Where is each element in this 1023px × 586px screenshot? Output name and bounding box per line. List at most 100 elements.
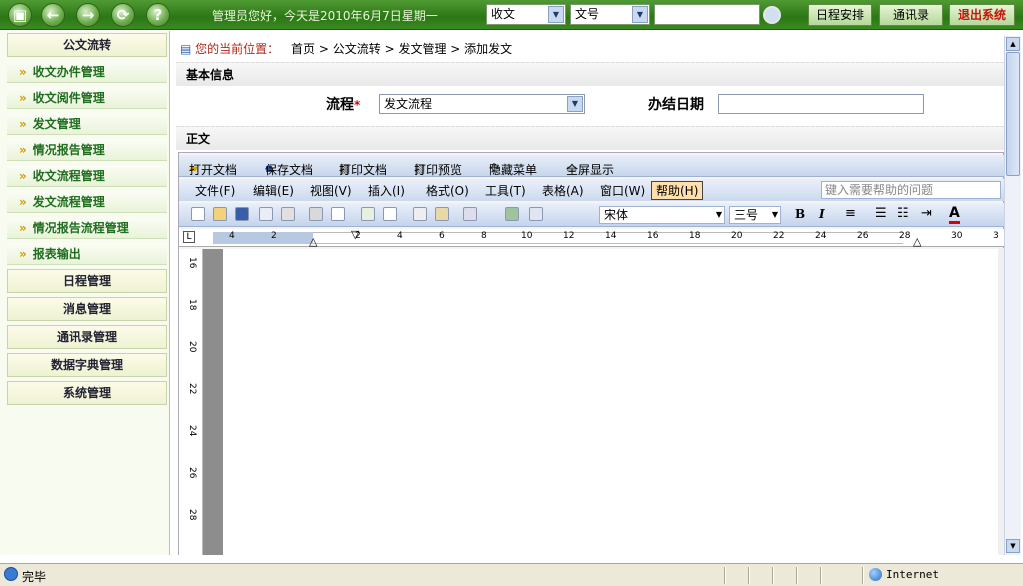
- breadcrumb-doc-flow[interactable]: 公文流转: [333, 42, 381, 56]
- ruler-tick: 20: [731, 231, 743, 241]
- tab-stop-icon[interactable]: L: [183, 231, 195, 243]
- refresh-icon[interactable]: ⟳: [111, 3, 135, 27]
- undo-icon[interactable]: [463, 207, 477, 221]
- menu-tools[interactable]: 工具(T): [485, 182, 526, 199]
- sidebar-item-report-flow[interactable]: » 情况报告流程管理: [7, 217, 167, 239]
- italic-button[interactable]: I: [819, 207, 825, 221]
- font-size-select[interactable]: 三号 ▼: [729, 206, 781, 224]
- breadcrumb-prefix: 您的当前位置：: [195, 42, 280, 56]
- location-icon: ▤: [180, 42, 192, 56]
- menu-help[interactable]: 帮助(H): [651, 181, 704, 200]
- ruler-tick: 22: [773, 231, 785, 241]
- word-editor[interactable]: ▰ 打开文档 ▪ 保存文档 ▩ 打印文档 ▧ 打印预览 ✣ 隐藏菜单 ▭ 全屏显示 文件(F…: [178, 152, 1005, 555]
- help-question-input[interactable]: 键入需要帮助的问题: [821, 181, 1001, 199]
- globe-icon: [869, 568, 882, 581]
- ruler-tick: 24: [815, 231, 827, 241]
- sidebar-item-report[interactable]: » 情况报告管理: [7, 139, 167, 161]
- status-divider: [862, 567, 864, 584]
- home-icon[interactable]: ▣: [8, 3, 32, 27]
- menu-insert[interactable]: 插入(I): [368, 182, 405, 199]
- sidebar-group-system[interactable]: 系统管理: [7, 381, 167, 405]
- menu-file[interactable]: 文件(F): [195, 182, 235, 199]
- v-ruler-tick: 16: [187, 257, 197, 269]
- word-format-toolbar: 宋体 ▼ 三号 ▼ B I ≡ ☰ ☷ ⇥ A: [179, 203, 1005, 227]
- scroll-down-icon[interactable]: ▼: [1006, 539, 1020, 553]
- sidebar-item-label: 情况报告流程管理: [32, 221, 129, 235]
- status-divider: [796, 567, 798, 584]
- flow-select[interactable]: 发文流程 ▼: [379, 94, 585, 114]
- sidebar-section-title[interactable]: 公文流转: [7, 33, 167, 57]
- ruler-tick: 28: [899, 231, 911, 241]
- scroll-thumb[interactable]: [1006, 52, 1020, 176]
- first-line-indent-marker-icon[interactable]: ▽: [351, 228, 359, 241]
- menu-window[interactable]: 窗口(W): [600, 182, 645, 199]
- search-icon[interactable]: [763, 6, 781, 24]
- page-scrollbar[interactable]: ▲ ▼: [1004, 36, 1021, 555]
- save-icon[interactable]: [235, 207, 249, 221]
- sidebar-group-messages[interactable]: 消息管理: [7, 297, 167, 321]
- status-divider: [772, 567, 774, 584]
- right-indent-marker-icon[interactable]: △: [913, 235, 921, 248]
- print-preview-icon[interactable]: [331, 207, 345, 221]
- doc-type-select[interactable]: 收文 ▼: [486, 4, 566, 25]
- double-chevron-icon: »: [19, 117, 27, 131]
- sidebar-item-outgoing-flow[interactable]: » 发文流程管理: [7, 191, 167, 213]
- sidebar-item-label: 情况报告管理: [32, 143, 105, 157]
- document-page[interactable]: [223, 249, 999, 555]
- sidebar-item-label: 收文阅件管理: [32, 91, 105, 105]
- sidebar-item-incoming-reading[interactable]: » 收文阅件管理: [7, 87, 167, 109]
- menu-view[interactable]: 视图(V): [310, 182, 352, 199]
- permission-icon[interactable]: [259, 207, 273, 221]
- hyperlink-icon[interactable]: [505, 207, 519, 221]
- paste-icon[interactable]: [435, 207, 449, 221]
- v-ruler-tick: 22: [187, 383, 197, 395]
- breadcrumb: ▤ 您的当前位置： 首页 > 公文流转 > 发文管理 > 添加发文: [180, 42, 513, 56]
- chevron-down-icon: ▼: [632, 6, 648, 23]
- indent-icon[interactable]: ⇥: [921, 206, 932, 221]
- v-ruler-tick: 18: [187, 299, 197, 311]
- sidebar-item-outgoing[interactable]: » 发文管理: [7, 113, 167, 135]
- new-doc-icon[interactable]: [191, 207, 205, 221]
- sidebar-group-contacts[interactable]: 通讯录管理: [7, 325, 167, 349]
- sidebar-item-incoming-flow[interactable]: » 收文流程管理: [7, 165, 167, 187]
- copy-icon[interactable]: [413, 207, 427, 221]
- body-section-header: 正文: [176, 126, 1004, 150]
- bullet-list-icon[interactable]: ☷: [897, 206, 909, 221]
- menu-edit[interactable]: 编辑(E): [253, 182, 294, 199]
- open-icon[interactable]: [213, 207, 227, 221]
- font-color-button[interactable]: A: [949, 205, 960, 224]
- left-indent-marker-icon[interactable]: △: [309, 235, 317, 248]
- v-ruler-tick: 20: [187, 341, 197, 353]
- schedule-button[interactable]: 日程安排: [808, 4, 872, 26]
- field-select[interactable]: 文号 ▼: [570, 4, 650, 25]
- menu-table[interactable]: 表格(A): [542, 182, 584, 199]
- table-icon[interactable]: [529, 207, 543, 221]
- back-arrow-icon[interactable]: ←: [41, 3, 65, 27]
- numbered-list-icon[interactable]: ☰: [875, 206, 887, 221]
- sidebar-group-schedule[interactable]: 日程管理: [7, 269, 167, 293]
- sidebar-item-report-output[interactable]: » 报表输出: [7, 243, 167, 265]
- breadcrumb-home[interactable]: 首页: [291, 42, 315, 56]
- center-align-icon[interactable]: ≡: [845, 206, 856, 221]
- scroll-up-icon[interactable]: ▲: [1006, 37, 1020, 51]
- chevron-down-icon: ▼: [567, 96, 583, 112]
- chevron-down-icon: ▼: [548, 6, 564, 23]
- help-icon[interactable]: ?: [146, 3, 170, 27]
- double-chevron-icon: »: [19, 91, 27, 105]
- exit-button[interactable]: 退出系统: [949, 4, 1015, 26]
- font-select[interactable]: 宋体 ▼: [599, 206, 725, 224]
- bold-button[interactable]: B: [795, 207, 805, 221]
- research-icon[interactable]: [383, 207, 397, 221]
- sidebar-group-dictionary[interactable]: 数据字典管理: [7, 353, 167, 377]
- email-icon[interactable]: [281, 207, 295, 221]
- print-icon[interactable]: [309, 207, 323, 221]
- due-date-input[interactable]: [718, 94, 924, 114]
- breadcrumb-outgoing[interactable]: 发文管理: [398, 42, 446, 56]
- contacts-button[interactable]: 通讯录: [879, 4, 943, 26]
- sidebar-item-incoming-handling[interactable]: » 收文办件管理: [7, 61, 167, 83]
- forward-arrow-icon[interactable]: →: [76, 3, 100, 27]
- menu-format[interactable]: 格式(O): [426, 182, 469, 199]
- search-input[interactable]: [654, 4, 760, 25]
- spelling-icon[interactable]: [361, 207, 375, 221]
- ruler-tick: 30: [951, 231, 963, 241]
